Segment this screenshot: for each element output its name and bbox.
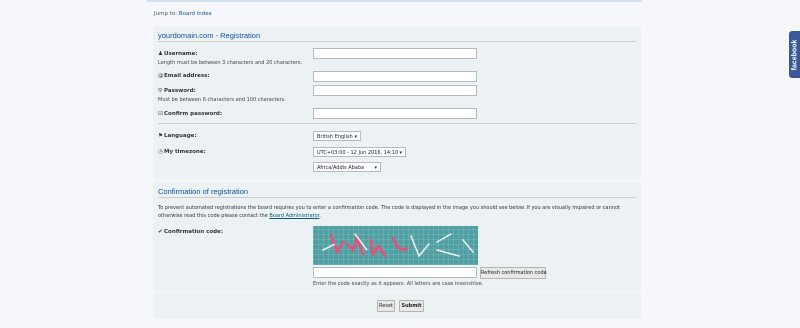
username-hint: Length must be between 3 characters and … <box>158 60 303 66</box>
jump-to-prefix: Jump to: <box>154 11 178 17</box>
confirmation-panel: Confirmation of registration To prevent … <box>153 182 641 292</box>
board-administrator-link[interactable]: Board Administrator <box>269 213 319 219</box>
top-border <box>147 0 642 2</box>
divider <box>158 123 636 124</box>
email-label: @Email address: <box>158 73 210 79</box>
timezone-region-select[interactable]: Africa/Addis Ababa ▾ <box>313 162 381 172</box>
confirm-password-input[interactable] <box>313 108 477 119</box>
facebook-tab[interactable]: facebook <box>789 31 800 78</box>
captcha-image <box>313 226 478 265</box>
email-input[interactable] <box>313 71 477 82</box>
language-select[interactable]: British English ▾ <box>313 131 361 141</box>
registration-title: yourdomain.com - Registration <box>158 31 261 40</box>
confirmation-title: Confirmation of registration <box>158 187 249 196</box>
facebook-label: facebook <box>791 39 798 70</box>
chevron-down-icon: ▾ <box>374 165 377 171</box>
confirm-password-label: ☑Confirm password: <box>158 111 223 117</box>
jump-to: Jump to: Board index <box>154 11 212 17</box>
divider <box>158 41 636 42</box>
registration-panel: yourdomain.com - Registration ♟Username:… <box>153 26 641 179</box>
chevron-down-icon: ▾ <box>354 134 357 140</box>
reset-button[interactable]: Reset <box>377 300 395 312</box>
refresh-confirmation-code-button[interactable]: Refresh confirmation code <box>480 267 547 279</box>
timezone-select[interactable]: UTC+03:00 - 12 Jun 2016, 14:10 ▾ <box>313 147 406 157</box>
actions-panel: Reset Submit <box>153 293 641 319</box>
submit-button[interactable]: Submit <box>399 300 424 312</box>
username-label: ♟Username: <box>158 51 198 57</box>
password-input[interactable] <box>313 85 477 96</box>
timezone-label: ◷My timezone: <box>158 149 206 155</box>
username-input[interactable] <box>313 48 477 59</box>
confirmation-code-input[interactable] <box>313 267 477 278</box>
board-index-link[interactable]: Board index <box>179 11 212 17</box>
confirmation-code-hint: Enter the code exactly as it appears. Al… <box>313 281 484 287</box>
confirmation-code-label: ✔Confirmation code: <box>158 229 223 235</box>
password-label: ⚲ Password: <box>158 88 196 94</box>
language-label: ⚑Language: <box>158 133 197 139</box>
password-hint: Must be between 6 characters and 100 cha… <box>158 97 286 103</box>
confirmation-text: To prevent automated registrations the b… <box>158 205 620 219</box>
divider <box>158 197 636 198</box>
chevron-down-icon: ▾ <box>399 150 402 156</box>
